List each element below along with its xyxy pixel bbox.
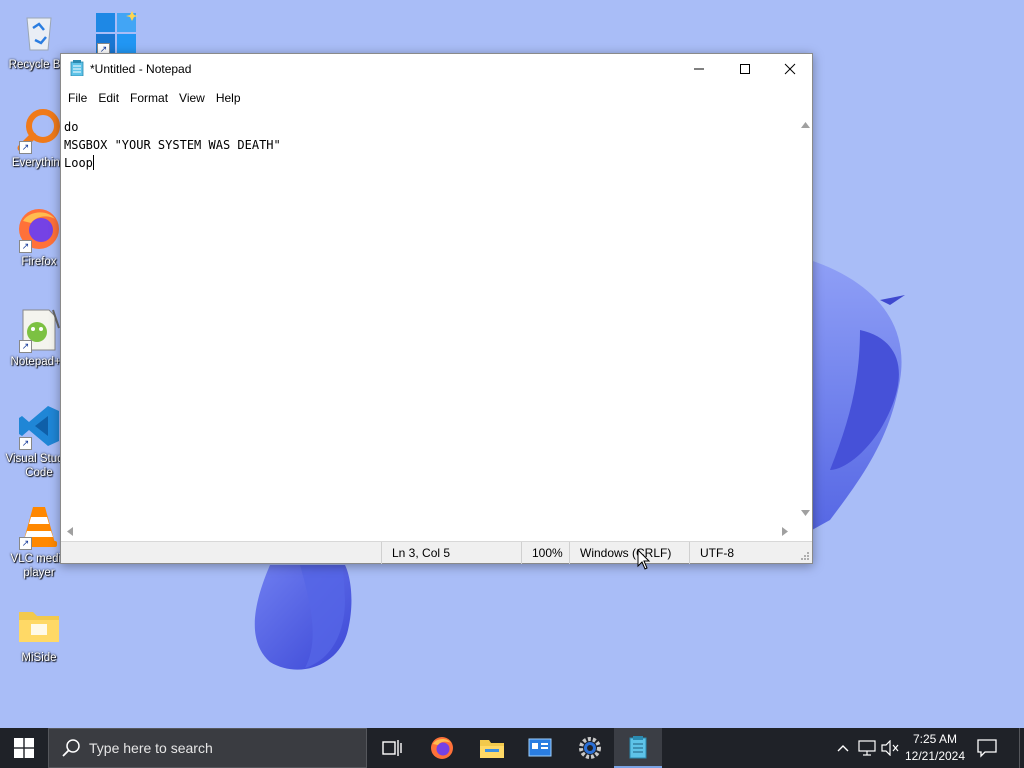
scroll-up-icon[interactable]: [801, 122, 810, 128]
minimize-icon: [694, 68, 704, 69]
file-explorer-icon: [480, 740, 504, 758]
vlc-icon: ↗: [15, 502, 63, 550]
notepad-icon: [629, 736, 647, 759]
recycle-bin-icon: [15, 8, 63, 56]
shortcut-arrow-icon: ↗: [19, 141, 32, 154]
taskbar-control-panel[interactable]: [516, 728, 564, 768]
text-editor[interactable]: do MSGBOX "YOUR SYSTEM WAS DEATH" Loop: [61, 116, 798, 522]
menu-file[interactable]: File: [63, 88, 93, 110]
text-line: do: [64, 120, 79, 134]
status-cursor-position: Ln 3, Col 5: [381, 542, 521, 564]
status-line-ending: Windows (CRLF): [569, 542, 689, 564]
show-hidden-icons-button[interactable]: [833, 738, 853, 758]
windows-logo-icon: [14, 738, 34, 758]
close-button[interactable]: [767, 54, 813, 83]
vertical-scrollbar[interactable]: [798, 116, 812, 522]
shortcut-arrow-icon: ↗: [19, 537, 32, 550]
scroll-left-icon[interactable]: [67, 527, 73, 536]
maximize-button[interactable]: [722, 54, 768, 83]
settings-icon: [579, 737, 601, 759]
text-caret: [92, 155, 94, 170]
taskbar-clock[interactable]: 7:25 AM 12/21/2024: [902, 731, 968, 765]
notepad-window[interactable]: *Untitled - Notepad File Edit Format Vie…: [60, 53, 813, 564]
volume-muted-icon: [881, 740, 899, 756]
notification-center-icon[interactable]: [976, 738, 998, 758]
text-line-current: Loop: [64, 154, 795, 172]
menu-edit[interactable]: Edit: [93, 88, 125, 110]
desktop-icon-label: Everything: [11, 157, 67, 169]
resize-grip-icon[interactable]: [800, 551, 810, 561]
minimize-button[interactable]: [676, 54, 722, 83]
desktop-icon-miside[interactable]: MiSide: [0, 601, 78, 665]
status-zoom: 100%: [521, 542, 571, 564]
menu-view[interactable]: View: [174, 88, 211, 110]
notepad-plus-plus-icon: ↗: [15, 305, 63, 353]
taskbar-firefox[interactable]: [418, 728, 466, 768]
taskbar: Type here to search 7:25 AM 12/21/2024: [0, 728, 1024, 768]
taskbar-search-box[interactable]: Type here to search: [48, 728, 367, 768]
notepad-icon: [70, 60, 84, 76]
status-encoding: UTF-8: [689, 542, 789, 564]
clock-time: 7:25 AM: [912, 732, 958, 746]
volume-tray-button[interactable]: [880, 738, 900, 758]
desktop-icon-label: MiSide: [21, 652, 57, 664]
menu-help[interactable]: Help: [211, 88, 247, 110]
horizontal-scrollbar[interactable]: [61, 522, 798, 539]
text-line: Loop: [64, 156, 93, 170]
windows-11-icon: ↗: [93, 8, 141, 56]
status-bar: Ln 3, Col 5 100% Windows (CRLF) UTF-8: [61, 541, 812, 564]
taskbar-file-explorer[interactable]: [468, 728, 516, 768]
close-icon: [784, 63, 796, 74]
text-line: MSGBOX "YOUR SYSTEM WAS DEATH": [64, 138, 281, 152]
chevron-up-icon: [837, 745, 849, 752]
task-view-icon: [382, 740, 402, 756]
folder-icon: [15, 601, 63, 649]
desktop-icon-windows-11[interactable]: ↗: [78, 8, 156, 56]
search-placeholder: Type here to search: [89, 740, 213, 756]
taskbar-task-view[interactable]: [368, 728, 416, 768]
network-icon: [858, 740, 876, 756]
show-desktop-button[interactable]: [1019, 728, 1024, 768]
start-button[interactable]: [0, 728, 48, 768]
vscode-icon: ↗: [15, 402, 63, 450]
firefox-icon: [431, 737, 453, 759]
search-icon: [62, 739, 80, 757]
title-bar[interactable]: *Untitled - Notepad: [61, 54, 812, 83]
window-title: *Untitled - Notepad: [90, 62, 192, 76]
taskbar-settings[interactable]: [566, 728, 614, 768]
everything-search-icon: ↗: [15, 106, 63, 154]
firefox-icon: ↗: [15, 205, 63, 253]
shortcut-arrow-icon: ↗: [19, 437, 32, 450]
desktop-icon-label: Firefox: [21, 256, 57, 268]
desktop-icon-label: Notepad++: [10, 356, 68, 368]
control-panel-icon: [528, 738, 552, 757]
desktop-icon-label: VLC media player: [10, 553, 68, 579]
taskbar-notepad[interactable]: [614, 728, 662, 768]
menu-bar: File Edit Format View Help: [61, 88, 812, 110]
network-tray-button[interactable]: [857, 738, 877, 758]
maximize-icon: [740, 63, 750, 74]
scroll-down-icon[interactable]: [801, 510, 810, 516]
shortcut-arrow-icon: ↗: [19, 240, 32, 253]
clock-date: 12/21/2024: [904, 749, 966, 763]
scroll-right-icon[interactable]: [782, 527, 788, 536]
mouse-pointer-icon: [637, 549, 651, 570]
shortcut-arrow-icon: ↗: [19, 340, 32, 353]
menu-format[interactable]: Format: [125, 88, 174, 110]
